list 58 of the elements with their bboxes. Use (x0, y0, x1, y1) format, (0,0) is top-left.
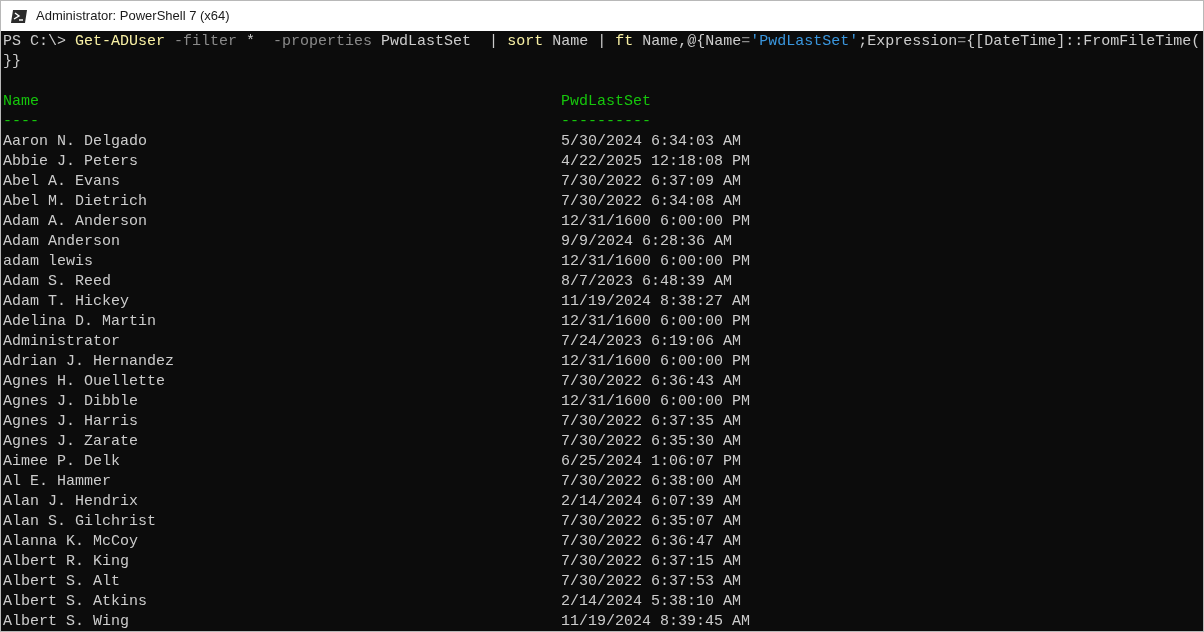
name-cell: Adam A. Anderson (3, 213, 148, 230)
name-cell: Albert R. King (3, 553, 130, 570)
name-cell: Aaron N. Delgado (3, 133, 148, 150)
date-cell: 2/14/2024 6:07:39 AM (561, 492, 742, 512)
name-cell: Albert S. Alt (3, 573, 121, 590)
date-cell: 7/30/2022 6:36:43 AM (561, 372, 742, 392)
name-cell: Adrian J. Hernandez (3, 353, 175, 370)
name-cell: Alan S. Gilchrist (3, 513, 157, 530)
powershell-icon (11, 9, 27, 23)
date-cell: 11/19/2024 8:38:27 AM (561, 292, 751, 312)
date-cell: 9/9/2024 6:28:36 AM (561, 232, 733, 252)
date-cell: 7/30/2022 6:37:35 AM (561, 412, 742, 432)
column-header: Name (3, 93, 39, 110)
date-cell: 12/31/1600 6:00:00 PM (561, 252, 751, 272)
name-cell: Adam Anderson (3, 233, 121, 250)
name-cell: Adelina D. Martin (3, 313, 157, 330)
date-cell: 7/24/2023 6:19:06 AM (561, 332, 742, 352)
date-cell: 7/30/2022 6:35:07 AM (561, 512, 742, 532)
date-cell: 5/30/2024 6:34:03 AM (561, 132, 742, 152)
column-header: PwdLastSet (561, 92, 651, 112)
date-cell: 2/14/2024 5:38:10 AM (561, 592, 742, 612)
name-cell: Agnes H. Ouellette (3, 373, 166, 390)
date-cell: 7/30/2022 6:38:00 AM (561, 472, 742, 492)
name-cell: Abel A. Evans (3, 173, 121, 190)
date-cell: 12/31/1600 6:00:00 PM (561, 352, 751, 372)
date-cell: 12/31/1600 6:00:00 PM (561, 392, 751, 412)
name-cell: Albert S. Atkins (3, 593, 148, 610)
name-cell: Agnes J. Zarate (3, 433, 139, 450)
date-cell: 7/30/2022 6:36:47 AM (561, 532, 742, 552)
header-underline: ---------- (561, 112, 651, 132)
date-cell: 11/19/2024 8:39:45 AM (561, 612, 751, 631)
date-cell: 7/30/2022 6:37:15 AM (561, 552, 742, 572)
date-cell: 4/22/2025 12:18:08 PM (561, 152, 751, 172)
name-cell: Adam T. Hickey (3, 293, 130, 310)
date-cell: 7/30/2022 6:37:09 AM (561, 172, 742, 192)
date-cell: 12/31/1600 6:00:00 PM (561, 212, 751, 232)
name-cell: Abbie J. Peters (3, 153, 139, 170)
command-line: }} (3, 52, 22, 72)
name-cell: Agnes J. Harris (3, 413, 139, 430)
date-cell: 8/7/2023 6:48:39 AM (561, 272, 733, 292)
name-cell: Alanna K. McCoy (3, 533, 139, 550)
name-cell: adam lewis (3, 253, 93, 270)
command-line: PS C:\> Get-ADUser -filter * -properties PwdLastSet | sort Name | ft Name,@{Name='PwdLastSet';Expression={[DateTime]::FromFileTime( (3, 32, 1202, 52)
window-title: Administrator: PowerShell 7 (x64) (36, 7, 230, 26)
name-cell: Agnes J. Dibble (3, 393, 139, 410)
date-cell: 6/25/2024 1:06:07 PM (561, 452, 742, 472)
date-cell: 7/30/2022 6:34:08 AM (561, 192, 742, 212)
date-cell: 12/31/1600 6:00:00 PM (561, 312, 751, 332)
name-cell: Alan J. Hendrix (3, 493, 139, 510)
name-cell: Abel M. Dietrich (3, 193, 148, 210)
name-cell: Administrator (3, 333, 121, 350)
date-cell: 7/30/2022 6:37:53 AM (561, 572, 742, 592)
header-underline: ---- (3, 113, 39, 130)
name-cell: Albert S. Wing (3, 613, 130, 630)
name-cell: Al E. Hammer (3, 473, 112, 490)
name-cell: Adam S. Reed (3, 273, 112, 290)
name-cell: Aimee P. Delk (3, 453, 121, 470)
date-cell: 7/30/2022 6:35:30 AM (561, 432, 742, 452)
